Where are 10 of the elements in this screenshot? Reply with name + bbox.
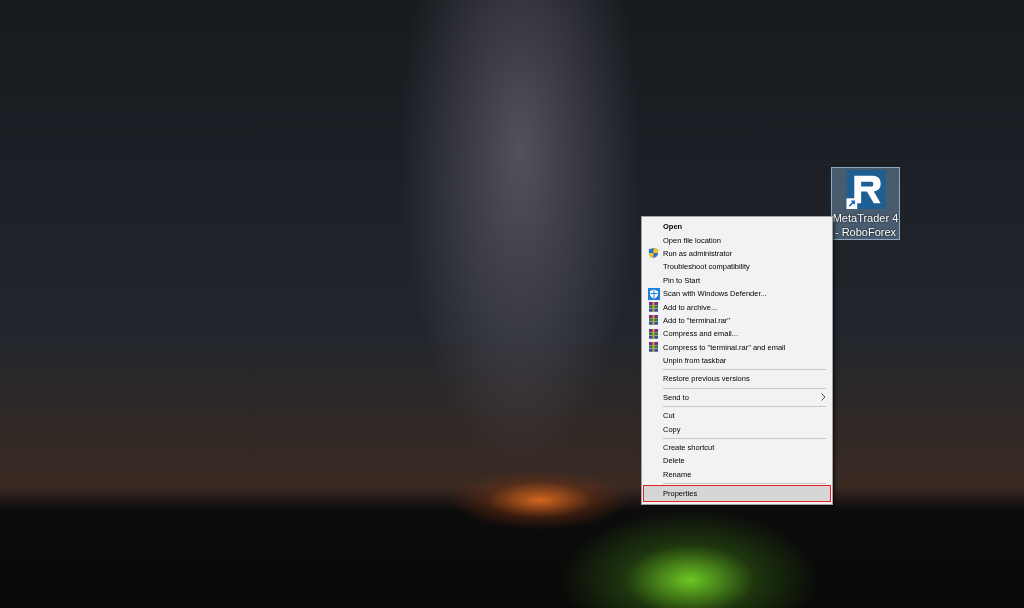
shortcut-label: MetaTrader 4 - RoboForex bbox=[832, 211, 899, 239]
books-stack-icon bbox=[648, 314, 659, 326]
desktop-shortcut[interactable]: MetaTrader 4 - RoboForex bbox=[831, 167, 900, 240]
app-logo-icon bbox=[844, 170, 887, 211]
shield-icon bbox=[648, 287, 660, 300]
books-stack-icon bbox=[648, 341, 659, 353]
chevron-right-icon bbox=[821, 393, 826, 402]
shield-icon bbox=[648, 247, 659, 259]
books-stack-icon bbox=[648, 328, 659, 340]
books-stack-icon bbox=[648, 301, 659, 313]
